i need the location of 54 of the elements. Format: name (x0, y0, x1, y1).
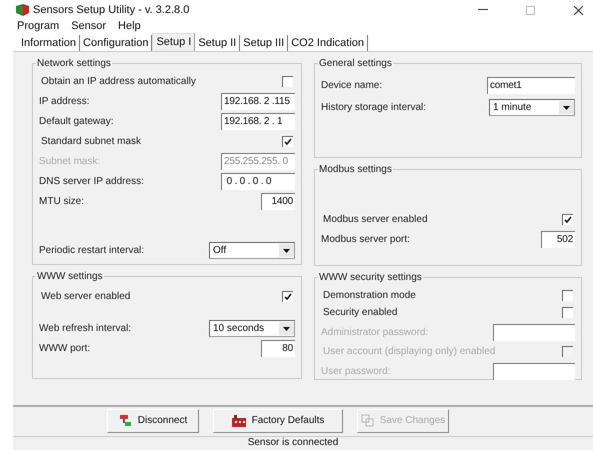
field-label: Administrator password: (321, 326, 428, 338)
field-label: User account (displaying only) enabled (322, 346, 496, 357)
plug-icon (118, 414, 132, 428)
window-title: Sensors Setup Utility - v. 3.2.8.0 (33, 4, 190, 16)
field-label: Obtain an IP address automatically (40, 76, 196, 87)
dropdown[interactable]: 1 minute (489, 98, 575, 116)
checkbox[interactable] (282, 76, 293, 87)
tab[interactable]: Setup I (152, 33, 196, 52)
app-icon (16, 4, 29, 16)
checkbox[interactable] (282, 290, 293, 302)
field-label: Standard subnet mask (40, 136, 142, 147)
field-label: History storage interval: (321, 102, 426, 113)
menu-item[interactable]: Sensor (71, 20, 106, 32)
field-label: Periodic restart interval: (39, 244, 144, 256)
field-label: Web refresh interval: (39, 322, 132, 334)
field-label: Demonstration mode (322, 290, 416, 301)
input-field[interactable]: 0 . 0 . 0 . 0 (221, 172, 295, 190)
input-field[interactable]: 1400 (261, 192, 295, 210)
disks-icon (360, 414, 374, 428)
toolbar-button[interactable]: Disconnect (107, 408, 199, 433)
checkbox[interactable] (562, 290, 573, 301)
field-label: DNS server IP address: (39, 176, 144, 187)
field-label: WWW port: (39, 342, 90, 354)
checkbox[interactable] (562, 306, 573, 318)
group-title: Modbus settings (318, 164, 393, 176)
input-field[interactable]: 80 (261, 340, 295, 357)
checkbox[interactable] (282, 136, 293, 147)
field-label: Web server enabled (40, 290, 130, 302)
status-text: Sensor is connected (248, 437, 338, 450)
close-icon[interactable] (574, 6, 583, 15)
group-title: WWW security settings (318, 272, 423, 284)
input-field[interactable]: 192.168. 2 . 1 (221, 112, 295, 130)
factory-icon (232, 414, 246, 427)
checkbox[interactable] (562, 214, 573, 225)
field-label: User password: (321, 366, 390, 377)
toolbar-button[interactable]: Factory Defaults (213, 408, 343, 433)
dropdown[interactable]: Off (209, 242, 295, 259)
input-field[interactable]: comet1 (487, 76, 575, 94)
group-title: Network settings (36, 58, 112, 70)
input-field[interactable]: 192.168. 2 .115 (221, 92, 295, 110)
menu-item[interactable]: Program (17, 20, 60, 32)
group-title: WWW settings (36, 271, 104, 282)
field-label: Security enabled (322, 306, 398, 318)
group-title: General settings (318, 58, 393, 70)
field-label: Modbus server port: (321, 234, 410, 245)
field-label: Subnet mask: (39, 156, 100, 167)
field-label: Default gateway: (39, 116, 114, 127)
menu-item[interactable]: Help (118, 20, 141, 32)
input-field[interactable]: 502 (541, 230, 575, 248)
field-label: MTU size: (39, 196, 84, 207)
field-label: IP address: (39, 96, 90, 107)
dropdown[interactable]: 10 seconds (209, 320, 295, 337)
field-label: Modbus server enabled (322, 214, 428, 225)
field-label: Device name: (321, 80, 382, 91)
